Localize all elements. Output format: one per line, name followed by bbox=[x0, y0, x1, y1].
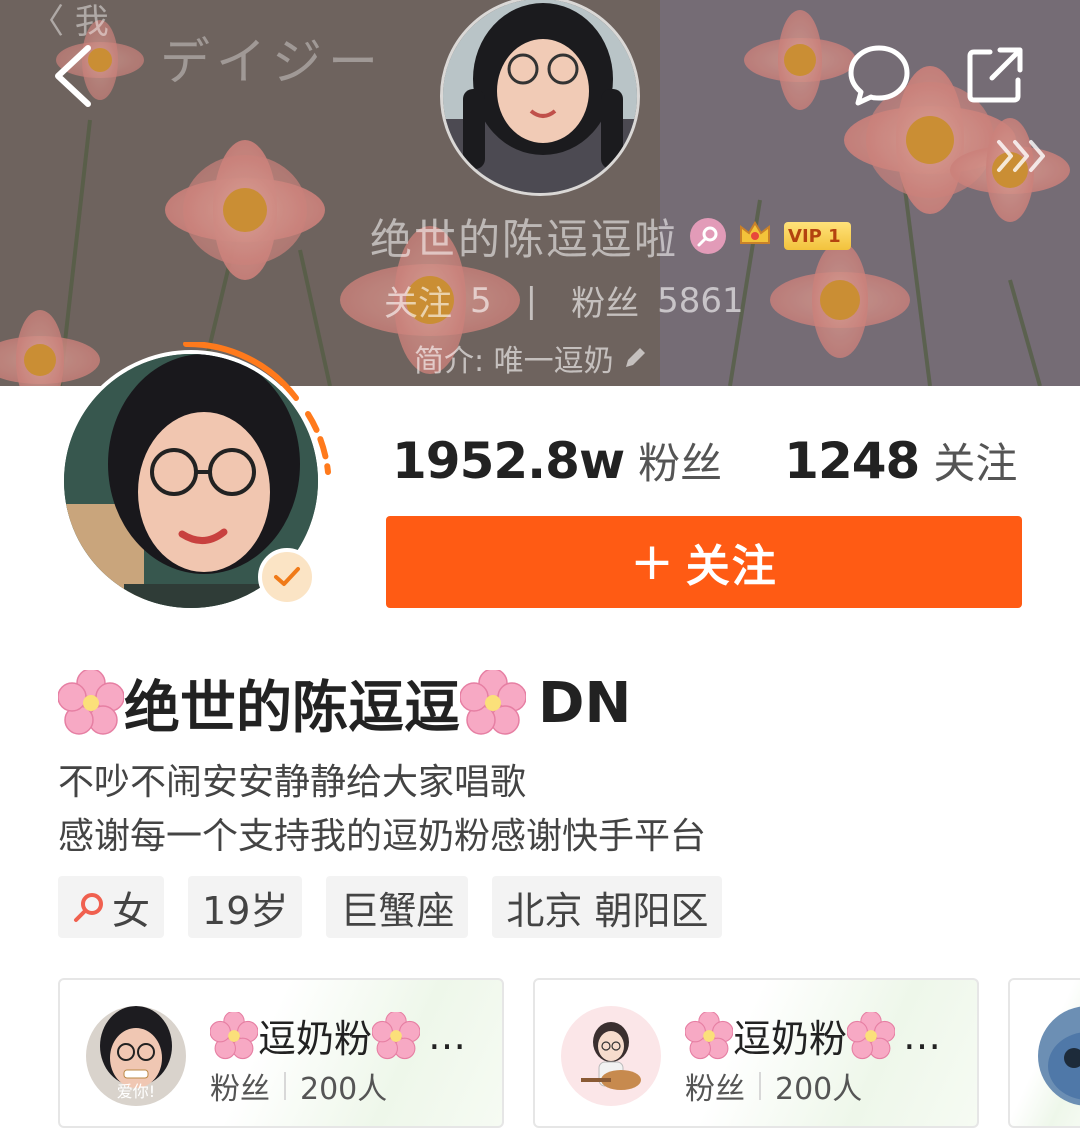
display-name-suffix: DN bbox=[538, 670, 632, 736]
female-icon bbox=[74, 893, 103, 922]
share-icon bbox=[967, 47, 1023, 103]
divider bbox=[284, 1072, 286, 1100]
banner-fans-count[interactable]: 5861 bbox=[657, 281, 744, 321]
female-icon bbox=[690, 218, 727, 254]
follow-button[interactable]: + 关注 bbox=[386, 516, 1022, 608]
fan-group-card[interactable]: 爱你! 逗奶粉 … 粉丝 200人 bbox=[58, 978, 504, 1128]
profile-tags: 女 19岁 巨蟹座 北京 朝阳区 bbox=[58, 876, 723, 938]
gender-label: 女 bbox=[112, 888, 151, 933]
profile-banner: 〈 我 デイジー 绝世的陈逗逗啦 VIP 1 关注 5 | 粉丝 5861 简介… bbox=[0, 0, 1080, 386]
fan-group-card[interactable]: 逗奶粉 … 粉丝 200人 bbox=[533, 978, 979, 1128]
profile-avatar-wrap[interactable] bbox=[56, 342, 336, 612]
cherry-blossom-icon bbox=[58, 670, 124, 735]
group-title: 逗奶粉 … bbox=[685, 1008, 941, 1063]
banner-username: 绝世的陈逗逗啦 bbox=[370, 214, 679, 264]
display-name: 绝世的陈逗逗 bbox=[124, 675, 460, 741]
group-title-ellipsis: … bbox=[428, 1013, 467, 1058]
profile-bio: 不吵不闹安安静静给大家唱歌 感谢每一个支持我的逗奶粉感谢快手平台 bbox=[58, 756, 706, 864]
cherry-blossom-icon bbox=[847, 1011, 896, 1059]
back-button[interactable] bbox=[46, 40, 106, 110]
banner-fans-label[interactable]: 粉丝 bbox=[571, 276, 639, 325]
group-members-count: 200人 bbox=[775, 1072, 863, 1107]
following-count[interactable]: 1248 bbox=[784, 432, 920, 490]
live-avatar-photo bbox=[443, 0, 637, 193]
cherry-blossom-icon bbox=[685, 1011, 733, 1059]
plus-icon: + bbox=[630, 532, 676, 592]
edit-pencil-icon bbox=[625, 348, 645, 367]
cherry-blossom-icon bbox=[372, 1011, 421, 1059]
zodiac-tag: 巨蟹座 bbox=[326, 876, 469, 938]
group-title-text: 逗奶粉 bbox=[258, 1017, 373, 1061]
group-title-ellipsis: … bbox=[903, 1013, 942, 1058]
group-avatar-caption: 爱你! bbox=[116, 1082, 156, 1101]
group-avatar-illustration bbox=[1038, 1006, 1080, 1106]
banner-following-count[interactable]: 5 bbox=[470, 281, 492, 321]
more-arrows-icon bbox=[997, 140, 1045, 172]
banner-bio: 简介: 唯一逗奶 bbox=[414, 336, 648, 380]
following-label[interactable]: 关注 bbox=[933, 430, 1017, 491]
profile-stats: 1952.8w 粉丝 1248 关注 bbox=[392, 430, 1017, 491]
previous-page-label: 〈 我 bbox=[30, 2, 109, 42]
cherry-blossom-icon bbox=[460, 670, 526, 735]
group-avatar-illustration bbox=[561, 1006, 661, 1106]
banner-stats: 关注 5 | 粉丝 5861 bbox=[384, 276, 744, 325]
banner-divider: | bbox=[525, 280, 538, 321]
verified-badge bbox=[258, 548, 316, 606]
age-tag: 19岁 bbox=[188, 876, 303, 938]
more-button[interactable] bbox=[995, 136, 1049, 176]
bio-line-1: 不吵不闹安安静静给大家唱歌 bbox=[58, 762, 527, 803]
back-arrow-icon bbox=[55, 45, 91, 107]
group-avatar: 爱你! bbox=[86, 1006, 186, 1106]
fans-count[interactable]: 1952.8w bbox=[392, 432, 625, 490]
divider bbox=[759, 1072, 761, 1100]
banner-bio-text: 简介: 唯一逗奶 bbox=[414, 344, 614, 379]
group-title-text: 逗奶粉 bbox=[733, 1017, 848, 1061]
bio-line-2: 感谢每一个支持我的逗奶粉感谢快手平台 bbox=[58, 816, 707, 857]
share-button[interactable] bbox=[962, 42, 1028, 108]
fans-label[interactable]: 粉丝 bbox=[638, 430, 722, 491]
comment-icon bbox=[848, 45, 910, 106]
follow-button-label: 关注 bbox=[685, 541, 778, 592]
fan-group-card-partial[interactable] bbox=[1008, 978, 1080, 1128]
group-avatar bbox=[1038, 1006, 1080, 1106]
message-button[interactable] bbox=[846, 42, 912, 108]
group-members-label: 粉丝 bbox=[685, 1072, 745, 1107]
checkmark-icon bbox=[274, 567, 300, 586]
location-tag: 北京 朝阳区 bbox=[492, 876, 723, 938]
group-meta: 粉丝 200人 bbox=[210, 1064, 387, 1108]
cherry-blossom-icon bbox=[210, 1011, 258, 1059]
group-members-count: 200人 bbox=[300, 1072, 388, 1107]
banner-name-row: 绝世的陈逗逗啦 VIP 1 bbox=[370, 208, 851, 264]
group-title: 逗奶粉 … bbox=[210, 1008, 466, 1063]
group-members-label: 粉丝 bbox=[210, 1072, 270, 1107]
display-name-row: 绝世的陈逗逗 DN bbox=[58, 668, 632, 741]
group-avatar bbox=[561, 1006, 661, 1106]
vip-badge: VIP 1 bbox=[784, 222, 851, 250]
live-avatar[interactable] bbox=[440, 0, 640, 196]
group-meta: 粉丝 200人 bbox=[685, 1064, 862, 1108]
crown-icon bbox=[738, 219, 772, 253]
banner-watermark: デイジー bbox=[160, 33, 384, 91]
gender-tag: 女 bbox=[58, 876, 165, 938]
banner-following-label[interactable]: 关注 bbox=[384, 276, 452, 325]
